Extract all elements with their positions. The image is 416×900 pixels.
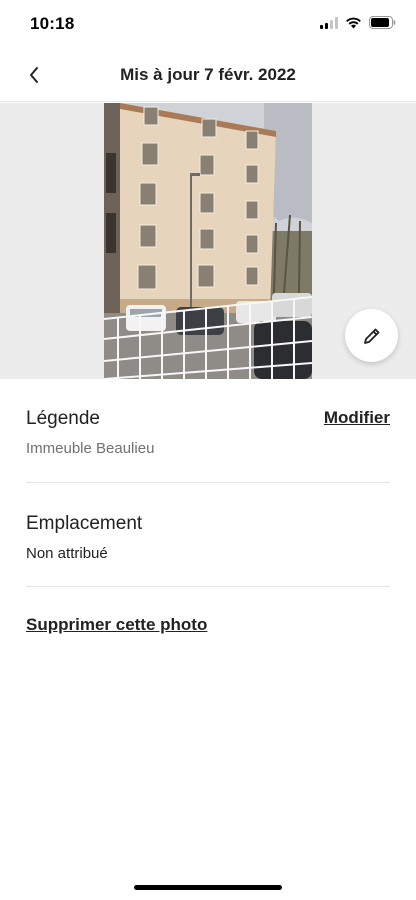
battery-icon — [369, 16, 396, 29]
cellular-signal-icon — [320, 16, 338, 29]
location-section[interactable]: Emplacement Non attribué — [26, 513, 390, 562]
status-bar: 10:18 — [0, 0, 416, 48]
home-indicator — [134, 885, 282, 890]
status-time: 10:18 — [30, 14, 75, 33]
location-value: Non attribué — [26, 545, 108, 562]
legend-value: Immeuble Beaulieu — [26, 440, 155, 457]
location-title: Emplacement — [26, 513, 143, 534]
modify-legend-link[interactable]: Modifier — [324, 408, 390, 428]
divider — [26, 482, 390, 483]
page-title: Mis à jour 7 févr. 2022 — [120, 65, 296, 84]
photo-area — [0, 103, 416, 379]
legend-section: Légende Immeuble Beaulieu Modifier — [26, 408, 390, 457]
status-icons — [320, 16, 396, 29]
nav-bar: Mis à jour 7 févr. 2022 — [0, 48, 416, 102]
wifi-icon — [346, 17, 361, 28]
building-photo-image — [104, 103, 312, 379]
divider — [26, 586, 390, 587]
building-photo[interactable] — [104, 103, 312, 379]
pencil-icon — [363, 328, 379, 344]
edit-photo-button[interactable] — [345, 309, 398, 362]
delete-photo-link[interactable]: Supprimer cette photo — [26, 615, 207, 635]
